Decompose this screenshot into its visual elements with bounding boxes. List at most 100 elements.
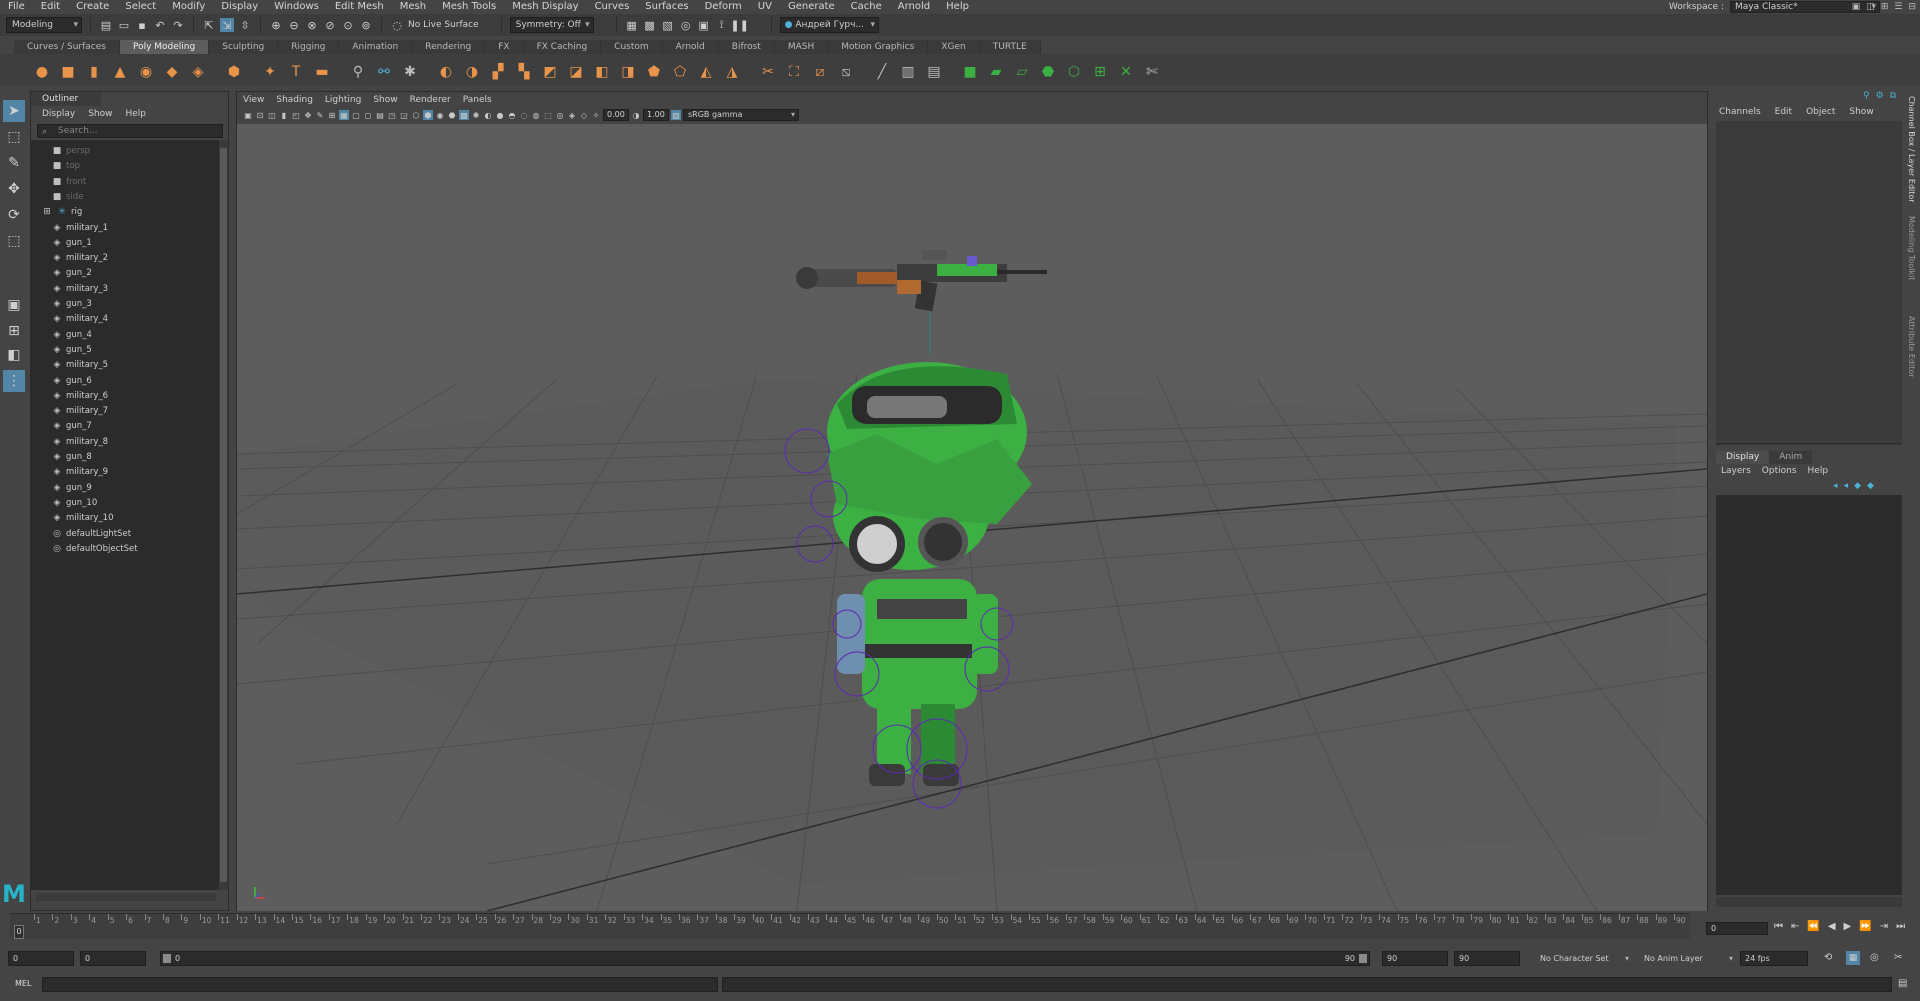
live-surface-label[interactable]: No Live Surface: [408, 20, 479, 30]
step-back-key-icon[interactable]: ⇤: [1791, 921, 1799, 932]
gamma-field[interactable]: 1.00: [643, 109, 669, 121]
colorspace-dropdown[interactable]: sRGB gamma: [683, 109, 799, 121]
channel-options-icon[interactable]: ⚲: [1863, 91, 1870, 101]
lock-camera-icon[interactable]: ⊡: [255, 110, 265, 120]
outliner-item[interactable]: ◈ gun_8: [51, 450, 92, 465]
move-layer-down-icon[interactable]: ◂: [1844, 481, 1849, 491]
side-tab-channel-box-layer-editor[interactable]: Channel Box / Layer Editor: [1907, 96, 1916, 203]
layout-two-icon[interactable]: ◫: [1866, 2, 1875, 12]
character-set-dropdown[interactable]: No Character Set: [1540, 951, 1630, 966]
scale-tool-icon[interactable]: ⬚: [3, 230, 25, 252]
snap-surface-icon[interactable]: ⊙: [341, 18, 355, 32]
menu-display[interactable]: Display: [213, 0, 266, 14]
motion-blur-icon[interactable]: ◓: [507, 110, 517, 120]
insert-loop-icon[interactable]: ⧅: [836, 62, 856, 82]
audio-icon[interactable]: ◎: [1870, 952, 1879, 963]
outliner-item[interactable]: ◈ military_8: [51, 435, 109, 450]
move-tool-icon[interactable]: ✥: [3, 178, 25, 200]
viewport-menu-panels[interactable]: Panels: [463, 92, 492, 108]
menu-select[interactable]: Select: [117, 0, 164, 14]
range-slider[interactable]: 0 90: [160, 951, 1370, 966]
poly-torus-icon[interactable]: ◉: [136, 62, 156, 82]
resolution-gate-icon[interactable]: ▢: [351, 110, 361, 120]
menu-arnold[interactable]: Arnold: [890, 0, 938, 14]
outliner-item[interactable]: ◈ military_10: [51, 511, 114, 526]
undo-icon[interactable]: ↶: [153, 18, 167, 32]
four-view-layout-icon[interactable]: ⊞: [3, 320, 25, 342]
layout-uv-icon[interactable]: ✕: [1116, 62, 1136, 82]
shelf-tab-rendering[interactable]: Rendering: [412, 40, 486, 54]
new-layer-icon[interactable]: ◆: [1854, 481, 1861, 491]
uv-editor-icon[interactable]: ■: [960, 62, 980, 82]
layer-menu-options[interactable]: Options: [1762, 465, 1797, 478]
menu-mesh-display[interactable]: Mesh Display: [504, 0, 586, 14]
loop-icon[interactable]: ⟲: [1824, 952, 1832, 963]
layer-tab-display[interactable]: Display: [1716, 451, 1770, 464]
svg-tool-icon[interactable]: ▬: [312, 62, 332, 82]
screen-space-ao-icon[interactable]: ●: [495, 110, 505, 120]
layout-settings-icon[interactable]: ⊟: [1908, 2, 1916, 12]
render-frame-icon[interactable]: ▩: [643, 18, 657, 32]
side-tab-attribute-editor[interactable]: Attribute Editor: [1907, 316, 1916, 378]
menu-edit[interactable]: Edit: [33, 0, 68, 14]
play-forward-icon[interactable]: ▶: [1844, 921, 1852, 932]
select-hierarchy-icon[interactable]: ⇱: [202, 18, 216, 32]
animation-start-field[interactable]: 0: [8, 951, 74, 966]
step-back-frame-icon[interactable]: ⏪: [1807, 921, 1819, 932]
preferences-icon[interactable]: ✂: [1894, 952, 1902, 963]
bevel-edge-icon[interactable]: ◧: [592, 62, 612, 82]
poly-disc-icon[interactable]: ◈: [188, 62, 208, 82]
save-scene-icon[interactable]: ▪: [135, 18, 149, 32]
redo-icon[interactable]: ↷: [171, 18, 185, 32]
super-shape-icon[interactable]: ✦: [260, 62, 280, 82]
channel-box-splitter[interactable]: [1716, 442, 1902, 445]
outliner-item[interactable]: ◈ military_4: [51, 312, 109, 327]
step-forward-frame-icon[interactable]: ⏩: [1859, 921, 1871, 932]
unfold-icon[interactable]: ⊞: [1090, 62, 1110, 82]
select-component-icon[interactable]: ⇳: [238, 18, 252, 32]
viewport-menu-show[interactable]: Show: [373, 92, 397, 108]
shelf-tab-curves-surfaces[interactable]: Curves / Surfaces: [14, 40, 120, 54]
snap-view-icon[interactable]: ⊘: [323, 18, 337, 32]
outliner-layout-icon[interactable]: ⋮: [3, 370, 25, 392]
select-tool-icon[interactable]: ➤: [3, 100, 25, 122]
wireframe-icon[interactable]: ⬡: [411, 110, 421, 120]
viewport-3d[interactable]: persp: [237, 124, 1707, 911]
quadrangulate-icon[interactable]: ◮: [722, 62, 742, 82]
shelf-tab-fx-caching[interactable]: FX Caching: [523, 40, 602, 54]
snap-grid-icon[interactable]: ⊕: [269, 18, 283, 32]
symmetry-dropdown[interactable]: Symmetry: Off: [509, 17, 594, 33]
outliner-item[interactable]: ◈ gun_2: [51, 266, 92, 281]
outliner-item[interactable]: ◈ gun_7: [51, 419, 92, 434]
outliner-menu-help[interactable]: Help: [125, 106, 146, 122]
color-management-icon[interactable]: ▨: [671, 110, 681, 120]
time-slider[interactable]: 0 1 2 3 4 5 6 7 8 9 10 11 12 13 14 15 16 17 18 19 20 21 22 23 2…: [10, 913, 1690, 939]
shelf-tab-animation[interactable]: Animation: [339, 40, 413, 54]
auto-key-icon[interactable]: ▦: [1846, 951, 1860, 965]
shelf-tab-rigging[interactable]: Rigging: [278, 40, 340, 54]
rotate-tool-icon[interactable]: ⟳: [3, 204, 25, 226]
shelf-tab-fx[interactable]: FX: [485, 40, 524, 54]
outliner-title[interactable]: Outliner: [31, 92, 101, 106]
current-frame-field[interactable]: 0: [1706, 922, 1768, 935]
outliner-scroll-thumb[interactable]: [220, 148, 227, 882]
combine-icon[interactable]: ⚲: [348, 62, 368, 82]
channel-menu-channels[interactable]: Channels: [1719, 105, 1761, 119]
menu-modify[interactable]: Modify: [164, 0, 213, 14]
outliner-item[interactable]: ◈ military_5: [51, 358, 109, 373]
planar-map-icon[interactable]: ▰: [986, 62, 1006, 82]
outliner-item[interactable]: ◈ military_7: [51, 404, 109, 419]
render-view-icon[interactable]: ▦: [625, 18, 639, 32]
viewport-menu-lighting[interactable]: Lighting: [325, 92, 361, 108]
outliner-item[interactable]: ◈ gun_5: [51, 343, 92, 358]
menu-deform[interactable]: Deform: [697, 0, 750, 14]
channel-menu-show[interactable]: Show: [1849, 105, 1873, 119]
outliner-item[interactable]: ◈ gun_10: [51, 496, 98, 511]
poly-cone-icon[interactable]: ▲: [110, 62, 130, 82]
playback-start-field[interactable]: 0: [80, 951, 146, 966]
menu-surfaces[interactable]: Surfaces: [637, 0, 696, 14]
snap-vertex-icon[interactable]: ⊚: [359, 18, 373, 32]
menu-edit-mesh[interactable]: Edit Mesh: [327, 0, 392, 14]
outliner-search-input[interactable]: ⌕ Search...: [37, 124, 223, 138]
go-to-start-icon[interactable]: ⏮: [1774, 921, 1783, 932]
